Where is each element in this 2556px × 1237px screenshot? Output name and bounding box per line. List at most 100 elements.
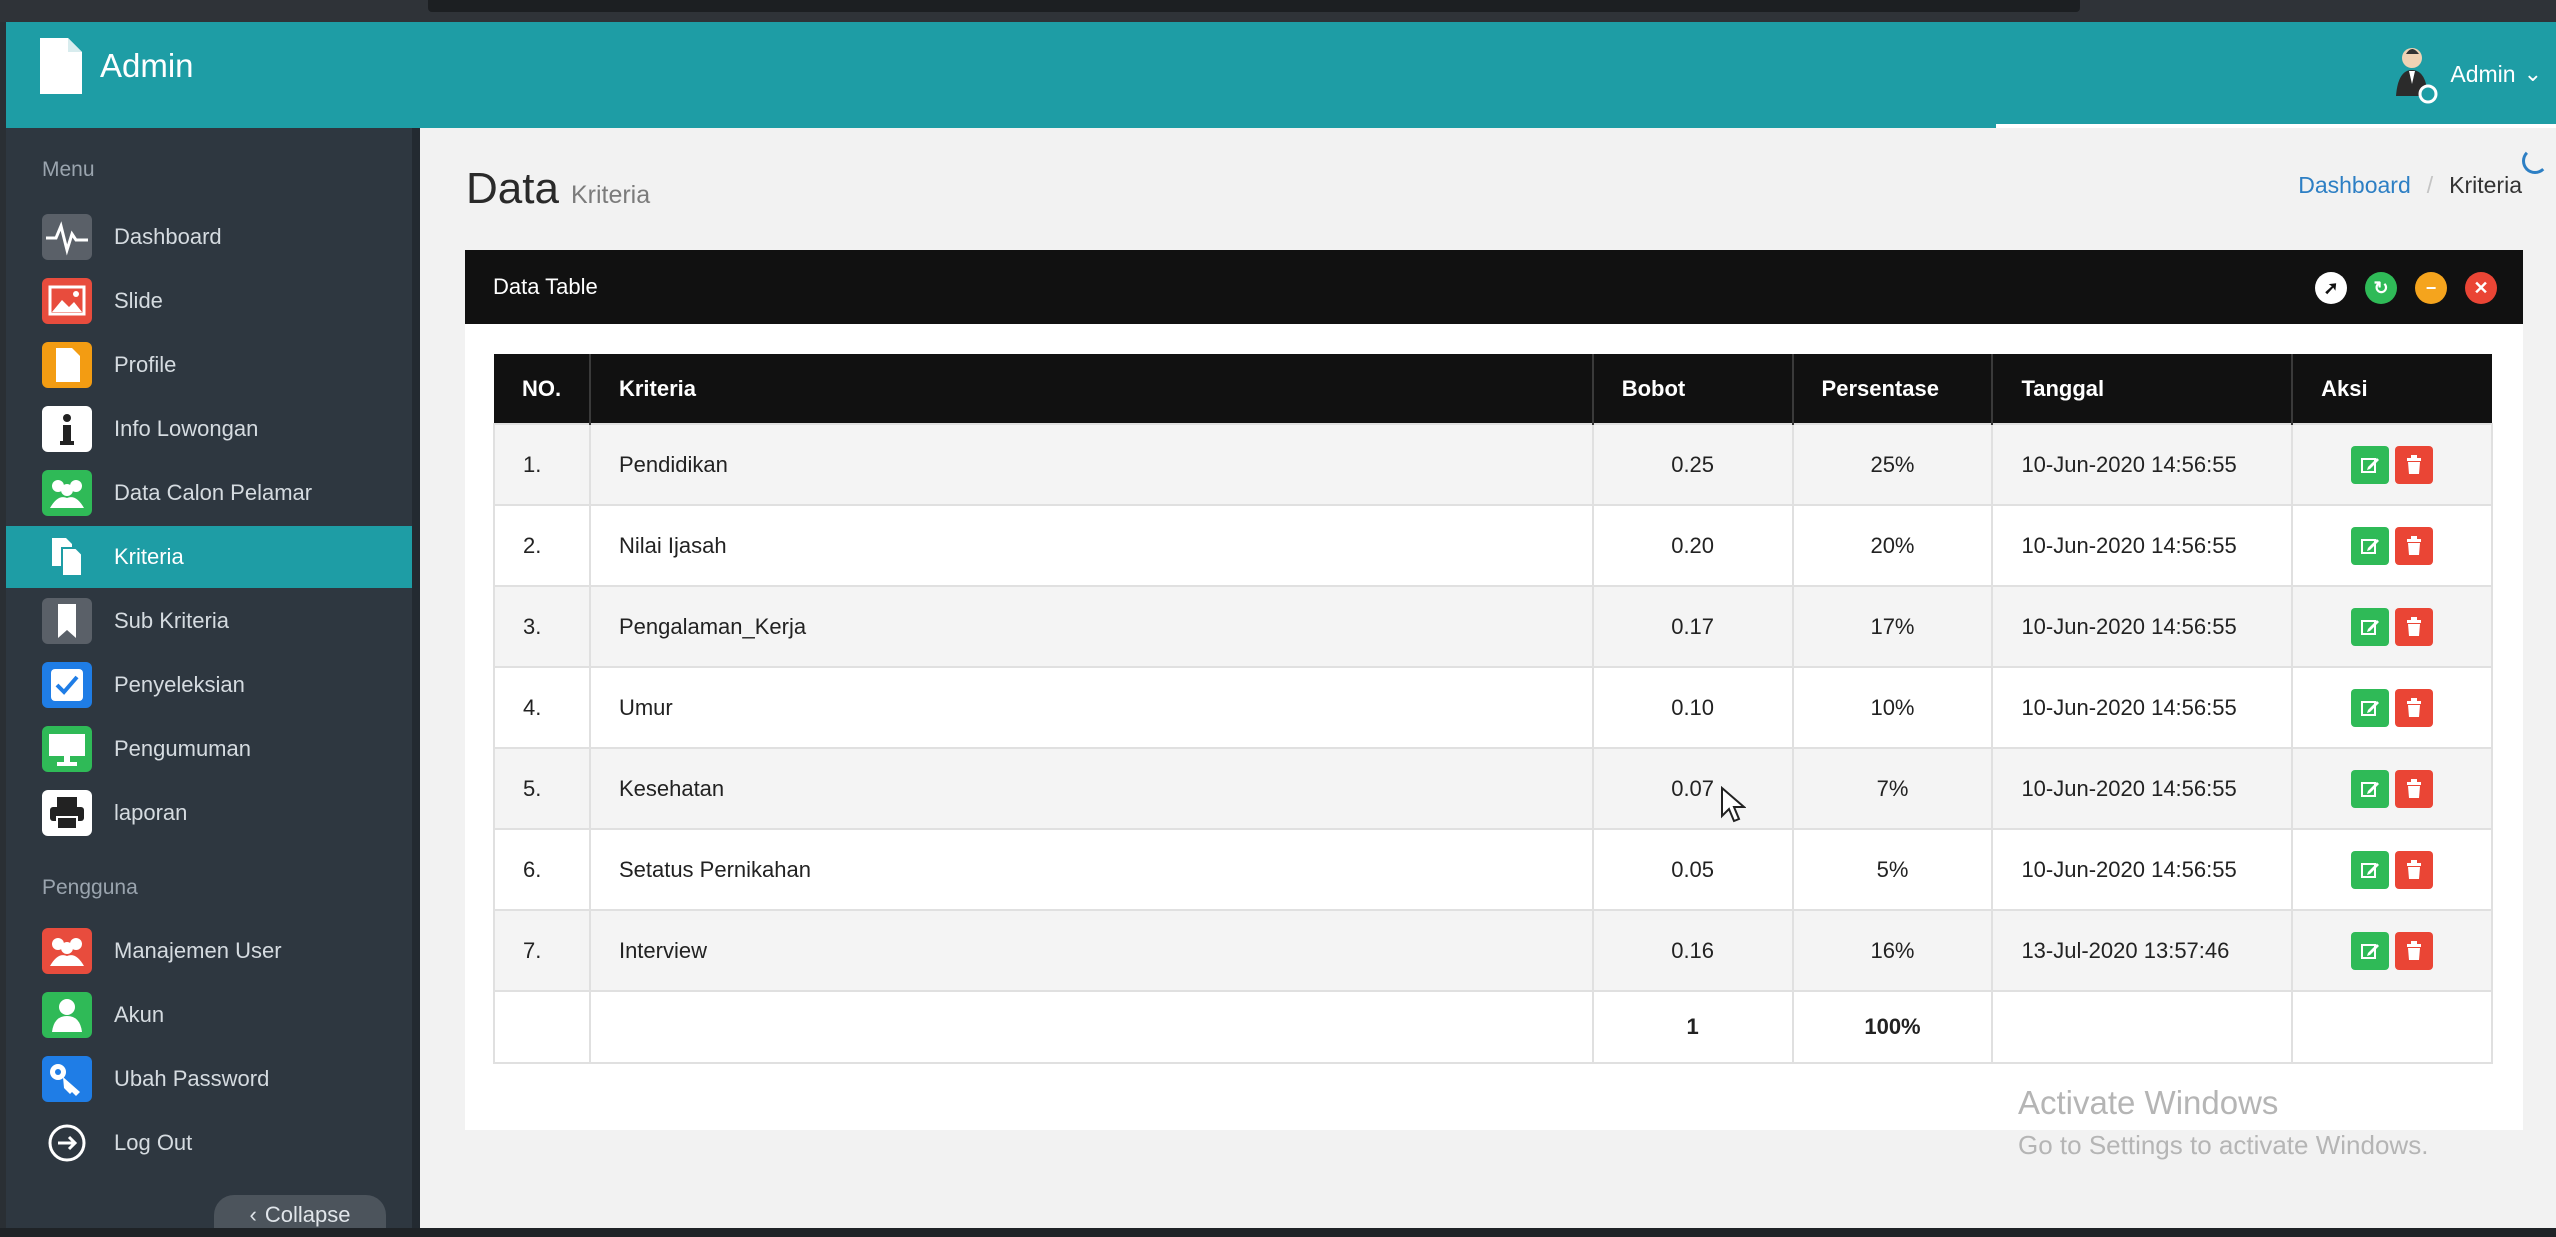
edit-icon bbox=[2361, 619, 2380, 635]
edit-button[interactable] bbox=[2351, 526, 2390, 565]
delete-button[interactable] bbox=[2395, 688, 2434, 727]
pulse-icon bbox=[42, 214, 92, 260]
sidebar-item-profile[interactable]: Profile bbox=[6, 334, 412, 396]
delete-button[interactable] bbox=[2395, 526, 2434, 565]
cell-bobot: 0.07 bbox=[1591, 747, 1794, 830]
sidebar-item-pengumuman[interactable]: Pengumuman bbox=[6, 718, 412, 780]
sidebar-item-penyeleksian[interactable]: Penyeleksian bbox=[6, 654, 412, 716]
cell-tanggal: 10-Jun-2020 14:56:55 bbox=[1991, 423, 2294, 506]
edit-button[interactable] bbox=[2351, 769, 2390, 808]
delete-button[interactable] bbox=[2395, 445, 2434, 484]
sidebar-section-menu: Menu bbox=[42, 158, 95, 181]
delete-button[interactable] bbox=[2395, 607, 2434, 646]
sidebar-item-label: Profile bbox=[114, 352, 177, 377]
key-icon bbox=[42, 1056, 92, 1102]
trash-icon bbox=[2407, 859, 2422, 879]
file-icon bbox=[42, 342, 92, 388]
kriteria-table: NO. Kriteria Bobot Persentase Tanggal Ak… bbox=[493, 354, 2493, 1064]
user-menu[interactable]: Admin ⌄ bbox=[2388, 44, 2542, 104]
column-header[interactable]: Kriteria bbox=[589, 354, 1594, 424]
edit-button[interactable] bbox=[2351, 931, 2390, 970]
column-header[interactable]: Tanggal bbox=[1992, 354, 2294, 424]
edit-icon bbox=[2361, 943, 2380, 959]
brand[interactable]: Admin bbox=[36, 36, 194, 96]
sidebar-item-sub-kriteria[interactable]: Sub Kriteria bbox=[6, 590, 412, 652]
edit-button[interactable] bbox=[2351, 445, 2390, 484]
breadcrumb-current: Kriteria bbox=[2449, 172, 2522, 198]
page-subtitle: Kriteria bbox=[570, 181, 651, 209]
chevron-down-icon: ⌄ bbox=[2523, 61, 2542, 86]
copy-icon bbox=[42, 534, 92, 580]
sidebar-item-ubah-password[interactable]: Ubah Password bbox=[6, 1048, 412, 1110]
cell-total-bobot: 1 bbox=[1591, 990, 1794, 1064]
table-row: 1. Pendidikan 0.25 25% 10-Jun-2020 14:56… bbox=[493, 423, 2493, 506]
sidebar-item-akun[interactable]: Akun bbox=[6, 984, 412, 1046]
delete-button[interactable] bbox=[2395, 769, 2434, 808]
screen: Admin Admin ⌄ Menu Dashboard Slide Profi… bbox=[0, 0, 2556, 1237]
cell-tanggal: 10-Jun-2020 14:56:55 bbox=[1991, 504, 2294, 587]
column-header[interactable]: Persentase bbox=[1792, 354, 1994, 424]
cell-empty bbox=[493, 990, 591, 1064]
sidebar-item-manajemen-user[interactable]: Manajemen User bbox=[6, 920, 412, 982]
page-title: Data Kriteria bbox=[466, 164, 650, 214]
minimize-icon[interactable]: − bbox=[2415, 272, 2447, 304]
cell-no: 7. bbox=[493, 909, 591, 992]
cell-bobot: 0.20 bbox=[1591, 504, 1794, 587]
activation-watermark: Activate Windows Go to Settings to activ… bbox=[2018, 1084, 2428, 1161]
table-row: 5. Kesehatan 0.07 7% 10-Jun-2020 14:56:5… bbox=[493, 747, 2493, 830]
cell-tanggal: 10-Jun-2020 14:56:55 bbox=[1991, 747, 2294, 830]
refresh-icon[interactable]: ↻ bbox=[2365, 272, 2397, 304]
column-header[interactable]: Bobot bbox=[1592, 354, 1794, 424]
column-header[interactable]: NO. bbox=[494, 354, 591, 424]
cell-kriteria: Kesehatan bbox=[588, 747, 1594, 830]
cell-no: 5. bbox=[493, 747, 591, 830]
edit-button[interactable] bbox=[2351, 850, 2390, 889]
sidebar-item-dashboard[interactable]: Dashboard bbox=[6, 206, 412, 268]
cell-bobot: 0.17 bbox=[1591, 585, 1794, 668]
edit-button[interactable] bbox=[2351, 607, 2390, 646]
sidebar-item-slide[interactable]: Slide bbox=[6, 270, 412, 332]
cell-bobot: 0.10 bbox=[1591, 666, 1794, 749]
sidebar-item-kriteria[interactable]: Kriteria bbox=[6, 526, 412, 588]
cell-no: 6. bbox=[493, 828, 591, 911]
sidebar-item-info-lowongan[interactable]: Info Lowongan bbox=[6, 398, 412, 460]
cell-persentase: 10% bbox=[1791, 666, 1994, 749]
panel-title: Data Table bbox=[493, 274, 598, 299]
edit-button[interactable] bbox=[2351, 688, 2390, 727]
panel-header: Data Table ➚ ↻ − ✕ bbox=[465, 250, 2523, 324]
column-header: Aksi bbox=[2292, 354, 2492, 424]
edit-icon bbox=[2361, 781, 2380, 797]
collapse-label: Collapse bbox=[264, 1202, 351, 1227]
delete-button[interactable] bbox=[2395, 850, 2434, 889]
top-header: Admin Admin ⌄ bbox=[6, 22, 2556, 128]
watermark-title: Activate Windows bbox=[2018, 1084, 2279, 1121]
edit-icon bbox=[2361, 700, 2380, 716]
cell-tanggal: 13-Jul-2020 13:57:46 bbox=[1991, 909, 2294, 992]
cell-tanggal: 10-Jun-2020 14:56:55 bbox=[1991, 828, 2294, 911]
cell-tanggal: 10-Jun-2020 14:56:55 bbox=[1991, 585, 2294, 668]
trash-icon bbox=[2407, 778, 2422, 798]
close-icon[interactable]: ✕ bbox=[2465, 272, 2497, 304]
trash-icon bbox=[2407, 616, 2422, 636]
sidebar-section-pengguna: Pengguna bbox=[42, 876, 138, 899]
cell-persentase: 17% bbox=[1791, 585, 1994, 668]
sidebar-item-data-calon-pelamar[interactable]: Data Calon Pelamar bbox=[6, 462, 412, 524]
user-icon bbox=[42, 992, 92, 1038]
user-name: Admin bbox=[2450, 60, 2516, 87]
sidebar-item-log-out[interactable]: Log Out bbox=[6, 1112, 412, 1174]
expand-icon[interactable]: ➚ bbox=[2315, 272, 2347, 304]
monitor-icon bbox=[42, 726, 92, 772]
cell-aksi bbox=[2291, 666, 2493, 749]
cell-kriteria: Pendidikan bbox=[588, 423, 1594, 506]
cell-no: 2. bbox=[493, 504, 591, 587]
sidebar-item-laporan[interactable]: laporan bbox=[6, 782, 412, 844]
cell-persentase: 16% bbox=[1791, 909, 1994, 992]
cell-kriteria: Interview bbox=[588, 909, 1594, 992]
table-row: 3. Pengalaman_Kerja 0.17 17% 10-Jun-2020… bbox=[493, 585, 2493, 668]
cell-empty bbox=[2291, 990, 2493, 1064]
breadcrumb-home-link[interactable]: Dashboard bbox=[2298, 172, 2411, 199]
cell-empty bbox=[588, 990, 1594, 1064]
users-icon bbox=[42, 928, 92, 974]
app-title: Admin bbox=[100, 47, 194, 84]
delete-button[interactable] bbox=[2395, 931, 2434, 970]
